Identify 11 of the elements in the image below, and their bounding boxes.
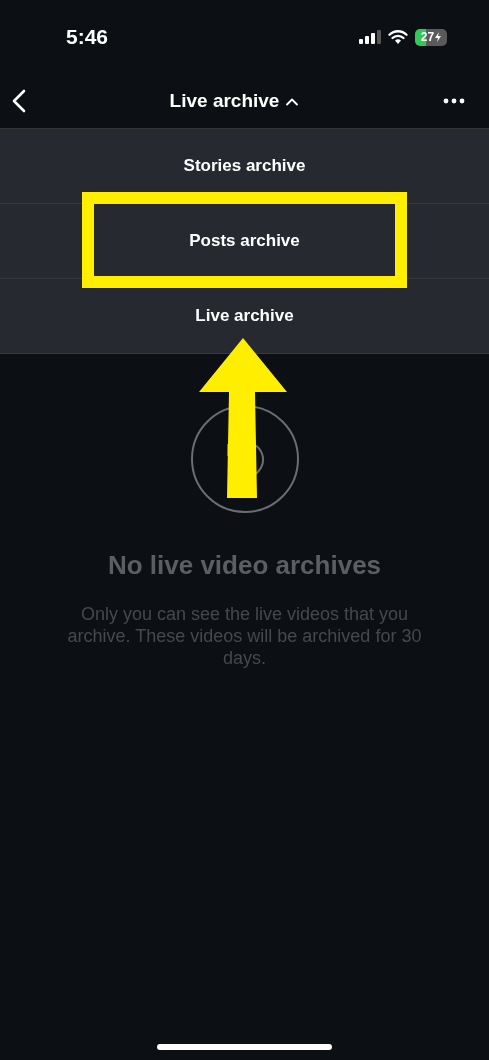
menu-item[interactable]: Stories archive (173, 150, 316, 182)
wifi-icon (388, 29, 408, 45)
back-icon[interactable] (12, 89, 26, 113)
menu-item[interactable]: Live archive (185, 300, 304, 332)
signal-icon (359, 30, 381, 44)
empty-description: Only you can see the live videos that you archive. These videos will be archived for 30 days. (66, 603, 423, 669)
menu-item[interactable]: Posts archive (179, 225, 310, 257)
empty-title: No live video archives (107, 550, 382, 581)
archive-dropdown[interactable]: Live archive (165, 86, 304, 116)
more-icon[interactable] (443, 98, 465, 104)
status-time: 5:46 (66, 25, 109, 49)
